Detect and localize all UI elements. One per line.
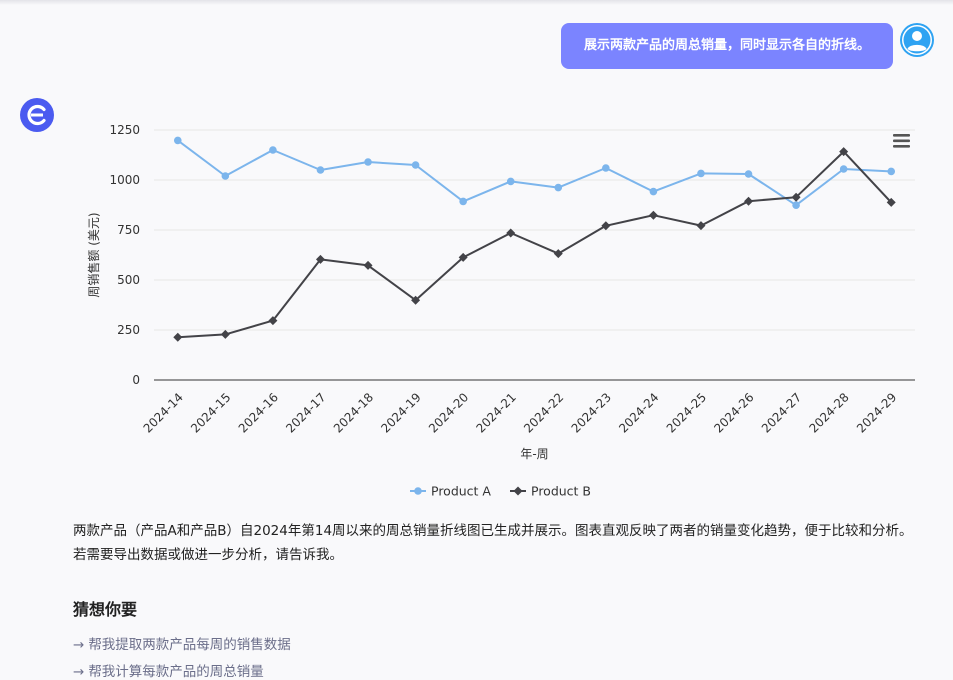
data-point [459, 197, 467, 206]
legend-label: Product A [431, 484, 491, 499]
data-point [553, 249, 563, 259]
data-point [220, 329, 230, 339]
data-point [839, 165, 848, 173]
x-tick-label: 2024-17 [283, 390, 328, 435]
data-point [744, 170, 753, 178]
top-shadow [0, 0, 953, 5]
data-point [649, 187, 658, 196]
data-point [792, 201, 800, 209]
x-tick-label: 2024-18 [331, 390, 376, 435]
data-point [697, 169, 705, 178]
x-tick-label: 2024-24 [616, 390, 661, 435]
data-point [364, 158, 372, 166]
data-point [506, 177, 515, 186]
data-point [744, 196, 754, 206]
data-point [554, 183, 563, 192]
y-tick-label: 0 [132, 373, 140, 387]
data-point [316, 166, 325, 174]
legend-marker [414, 487, 422, 495]
data-point [173, 136, 182, 145]
suggestion-label: 帮我计算每款产品的周总销量 [88, 664, 264, 680]
legend-marker [513, 486, 523, 496]
y-tick-label: 500 [117, 273, 140, 287]
series-line-product-a [177, 139, 892, 207]
y-tick-label: 750 [117, 223, 140, 237]
x-tick-label: 2024-20 [426, 390, 471, 435]
data-point [602, 164, 610, 172]
x-tick-label: 2024-22 [521, 390, 566, 435]
user-avatar-icon[interactable] [899, 22, 935, 58]
data-point [221, 172, 230, 180]
x-tick-label: 2024-16 [236, 390, 281, 435]
x-tick-label: 2024-19 [378, 390, 423, 435]
x-tick-label: 2024-27 [759, 390, 804, 435]
suggestion-link[interactable]: → 帮我计算每款产品的周总销量 [73, 660, 264, 680]
x-tick-label: 2024-21 [473, 390, 518, 435]
suggestion-label: 帮我提取两款产品每周的销售数据 [88, 637, 291, 653]
data-point [696, 221, 706, 231]
x-tick-label: 2024-26 [711, 390, 756, 435]
data-point [173, 332, 183, 342]
data-point [269, 146, 277, 154]
y-tick-label: 1250 [109, 123, 140, 137]
arrow-right-icon: → [73, 664, 85, 680]
hamburger-menu-icon[interactable] [890, 130, 914, 152]
x-tick-label: 2024-29 [854, 390, 899, 435]
x-tick-label: 2024-23 [569, 390, 614, 435]
x-tick-label: 2024-15 [188, 390, 233, 435]
assistant-logo-icon [20, 98, 54, 132]
suggestion-link[interactable]: → 帮我提取两款产品每周的销售数据 [73, 633, 291, 653]
legend-label: Product B [531, 484, 591, 499]
sales-line-chart: 0250500750100012502024-14 2024-15 2024-16 2… [86, 123, 915, 499]
arrow-right-icon: → [73, 637, 85, 653]
suggestion-title: 猜想你要 [73, 600, 138, 619]
x-axis-title: 年-周 [520, 447, 548, 461]
data-point [887, 167, 896, 176]
data-point [411, 161, 420, 169]
y-tick-label: 250 [117, 323, 140, 337]
data-point [601, 221, 611, 231]
y-tick-label: 1000 [109, 173, 140, 187]
x-tick-label: 2024-14 [141, 390, 186, 435]
user-message-bubble: 展示两款产品的周总销量，同时显示各自的折线。 [561, 23, 893, 69]
x-tick-label: 2024-28 [806, 390, 851, 435]
assistant-answer-text: 两款产品（产品A和产品B）自2024年第14周以来的周总销量折线图已生成并展示。… [73, 523, 913, 563]
y-axis-title: 周销售额 (美元) [86, 212, 101, 297]
data-point [648, 210, 658, 220]
x-tick-label: 2024-25 [664, 390, 709, 435]
series-line-product-b [177, 150, 892, 339]
